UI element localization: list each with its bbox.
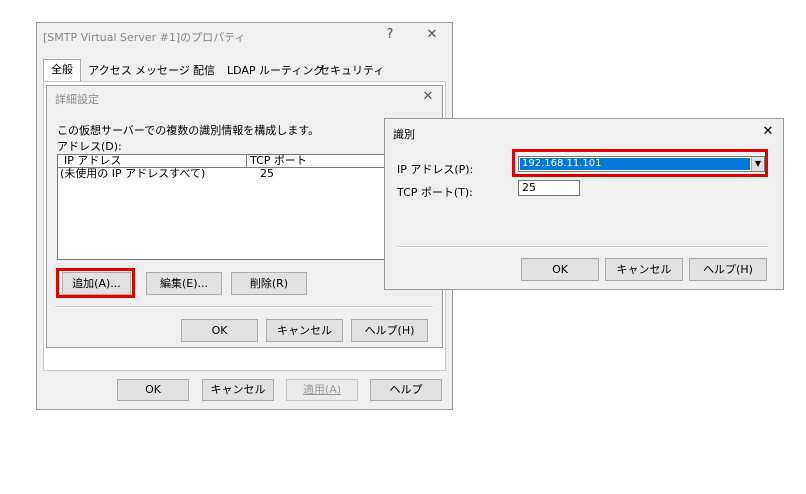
apply-button-label: 適用(A) xyxy=(302,383,342,396)
ip-address-value: 192.168.11.101 xyxy=(522,158,602,169)
close-icon[interactable]: ✕ xyxy=(423,28,441,42)
address-list[interactable]: IP アドレス TCP ポート (未使用の IP アドレスすべて) 25 xyxy=(57,154,392,260)
ok-button[interactable]: OK xyxy=(117,379,189,401)
tab-general[interactable]: 全般 xyxy=(43,59,81,82)
row-port: 25 xyxy=(260,167,274,180)
identity-dialog: 識別 ✕ IP アドレス(P): 192.168.11.101 ▼ TCP ポー… xyxy=(384,118,784,290)
tcp-port-value: 25 xyxy=(522,181,536,194)
divider xyxy=(397,246,769,248)
ip-address-selected: 192.168.11.101 xyxy=(520,158,750,170)
tab-delivery[interactable]: 配信 xyxy=(185,61,223,81)
identity-dialog-title: 識別 xyxy=(393,128,415,141)
properties-window-title: [SMTP Virtual Server #1]のプロパティ xyxy=(43,31,246,44)
tab-strip: 全般 アクセス メッセージ 配信 LDAP ルーティング セキュリティ xyxy=(43,59,443,82)
tab-messages[interactable]: メッセージ xyxy=(135,61,190,81)
cancel-button[interactable]: キャンセル xyxy=(266,319,343,342)
column-header-port[interactable]: TCP ポート xyxy=(250,155,307,167)
help-button[interactable]: ヘルプ(H) xyxy=(351,319,428,342)
cancel-button[interactable]: キャンセル xyxy=(202,379,274,401)
column-divider xyxy=(246,155,247,168)
advanced-dialog-title: 詳細設定 xyxy=(55,93,99,106)
address-label: アドレス(D): xyxy=(57,140,122,153)
ok-button[interactable]: OK xyxy=(521,258,599,281)
ip-address-dropdown[interactable]: 192.168.11.101 ▼ xyxy=(518,156,765,172)
help-button[interactable]: ヘルプ xyxy=(370,379,442,401)
edit-button[interactable]: 編集(E)... xyxy=(146,272,222,295)
apply-button[interactable]: 適用(A) xyxy=(286,379,358,401)
tab-ldap-routing[interactable]: LDAP ルーティング xyxy=(227,61,324,81)
help-icon[interactable]: ? xyxy=(381,28,399,42)
add-button[interactable]: 追加(A)... xyxy=(62,272,131,295)
row-ip: (未使用の IP アドレスすべて) xyxy=(60,167,206,180)
chevron-down-icon[interactable]: ▼ xyxy=(751,157,764,171)
ok-button[interactable]: OK xyxy=(181,319,258,342)
table-row[interactable]: (未使用の IP アドレスすべて) 25 xyxy=(58,168,391,181)
help-button[interactable]: ヘルプ(H) xyxy=(689,258,767,281)
close-icon[interactable]: ✕ xyxy=(759,125,777,139)
ip-address-label: IP アドレス(P): xyxy=(397,163,474,176)
cancel-button[interactable]: キャンセル xyxy=(605,258,683,281)
close-icon[interactable]: ✕ xyxy=(419,90,437,104)
tcp-port-input[interactable]: 25 xyxy=(518,180,580,196)
delete-button[interactable]: 削除(R) xyxy=(231,272,307,295)
advanced-description: この仮想サーバーでの複数の識別情報を構成します。 xyxy=(57,124,320,137)
tab-security[interactable]: セキュリティ xyxy=(319,61,384,81)
tcp-port-label: TCP ポート(T): xyxy=(397,186,473,199)
tab-access[interactable]: アクセス xyxy=(87,61,133,81)
divider xyxy=(55,306,433,308)
column-header-ip[interactable]: IP アドレス xyxy=(64,155,121,167)
